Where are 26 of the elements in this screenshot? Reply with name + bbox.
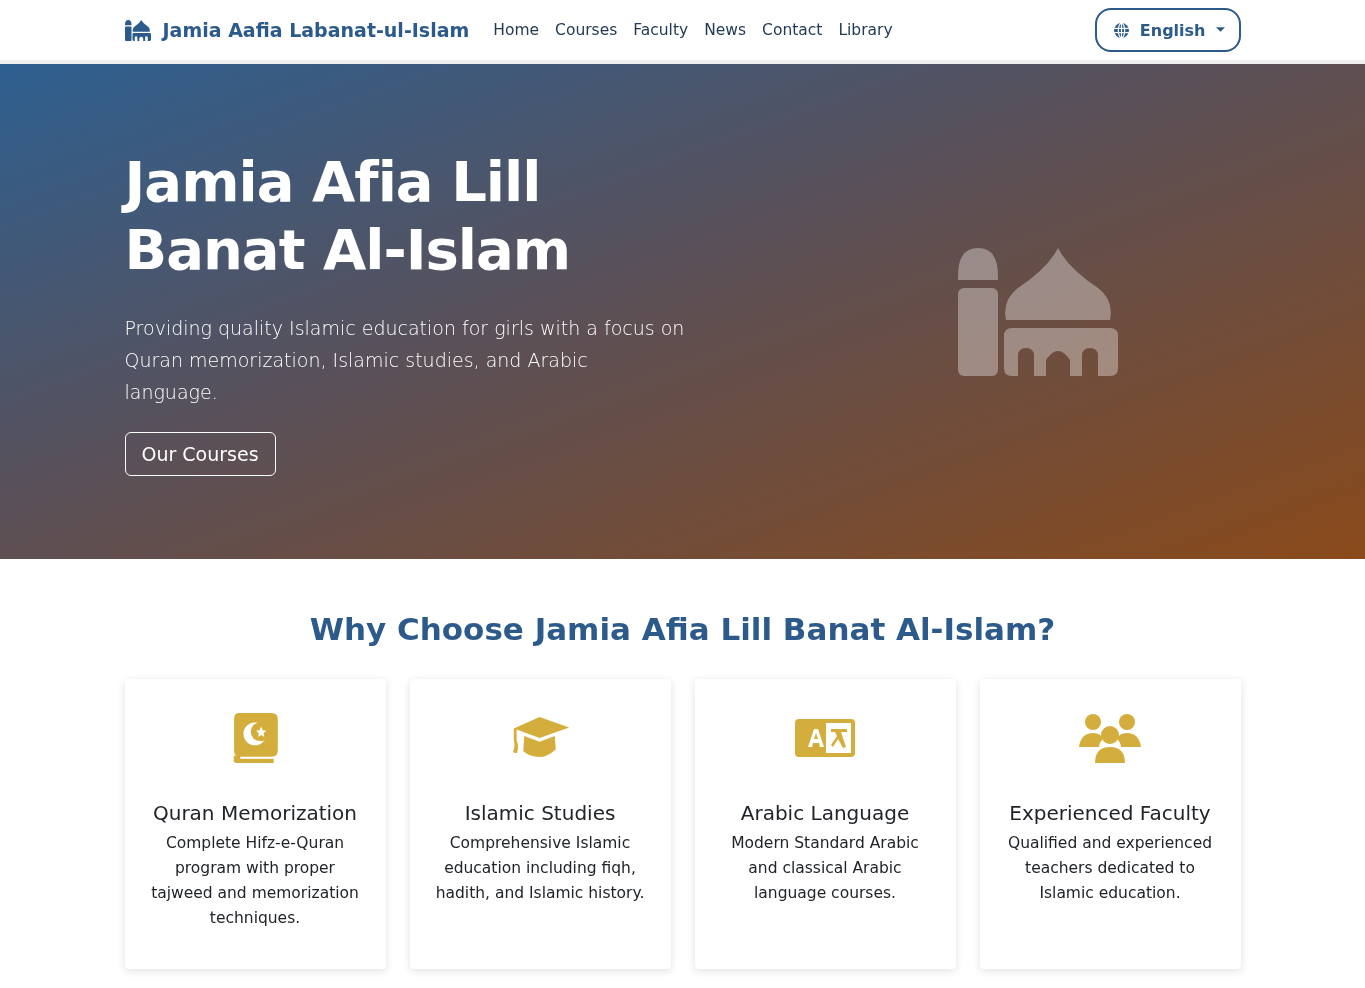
nav-link[interactable]: Library (838, 21, 893, 39)
nav-link[interactable]: Faculty (633, 21, 689, 39)
mosque-icon (957, 247, 1118, 376)
brand-link[interactable]: Jamia Aafia Labanat-ul-Islam (124, 19, 470, 41)
card-title: Islamic Studies (464, 801, 616, 825)
card-description: Complete Hifz-e-Quran program with proper tajweed and memorization techniques. (150, 833, 360, 929)
book-icon (232, 713, 278, 763)
our-courses-button[interactable]: Our Courses (124, 431, 276, 476)
card-description: Modern Standard Arabic and classical Arabic language courses. (730, 833, 920, 904)
caret-icon (1215, 27, 1225, 33)
nav-link[interactable]: Contact (762, 21, 823, 39)
nav-link[interactable]: Courses (555, 21, 618, 39)
globe-icon (1112, 21, 1130, 39)
hero-description: Providing quality Islamic education for girls with a focus on Quran memorization, Islamic studies, and Arabic language. (124, 315, 685, 405)
nav-link[interactable]: Home (493, 21, 540, 39)
nav-link[interactable]: News (704, 21, 747, 39)
section-heading: Why Choose Jamia Afia Lill Banat Al-Islam? (308, 611, 1057, 647)
people-group-icon (1079, 713, 1141, 763)
card-title: Experienced Faculty (1009, 801, 1211, 825)
translate-icon (795, 719, 855, 757)
language-dropdown-button[interactable]: English (1094, 8, 1241, 52)
mosque-icon (124, 19, 151, 41)
card-title: Arabic Language (740, 801, 910, 825)
card-title: Quran Memorization (152, 801, 358, 825)
card-description: Qualified and experienced teachers dedicated to Islamic education. (1006, 833, 1213, 904)
card-description: Comprehensive Islamic education including fiqh, hadith, and Islamic history. (434, 833, 646, 904)
